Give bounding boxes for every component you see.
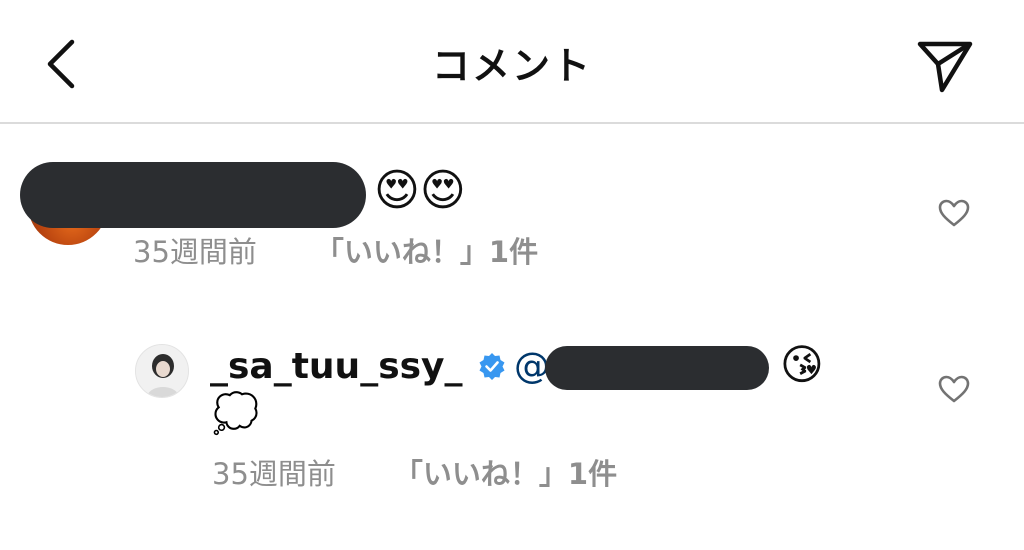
reply-emoji-line2: 💭: [212, 391, 260, 435]
reply-avatar[interactable]: [135, 344, 189, 398]
verified-badge-icon: [479, 353, 505, 380]
comment-likes-link[interactable]: 「いいね！」1件: [315, 235, 538, 269]
heart-outline-icon: [938, 375, 970, 403]
reply-like-button[interactable]: [934, 369, 974, 409]
share-button[interactable]: [910, 36, 980, 96]
heart-outline-icon: [938, 199, 970, 227]
comment-text: 😍😍: [374, 165, 466, 216]
redacted-mention: [545, 346, 769, 390]
reply-likes-link[interactable]: 「いいね！」1件: [394, 457, 617, 491]
reply-time: 35週間前: [212, 457, 336, 491]
like-button[interactable]: [934, 193, 974, 233]
comment-time: 35週間前: [133, 235, 257, 269]
profile-photo: [136, 345, 188, 397]
reply-meta: 35週間前 「いいね！」1件: [212, 456, 617, 492]
header-bar: コメント: [0, 0, 1024, 124]
reply-username[interactable]: _sa_tuu_ssy_: [210, 344, 463, 390]
comment-meta: 35週間前 「いいね！」1件: [133, 234, 538, 270]
page-title: コメント: [431, 44, 592, 88]
redacted-username: [20, 162, 366, 228]
paper-plane-icon: [917, 41, 973, 93]
reply-emoji: 😘: [780, 340, 824, 389]
comments-screen: コメント 😍😍 35週間前 「いいね！」1件 _sa_tuu_ssy_ @ 😘 …: [0, 0, 1024, 550]
